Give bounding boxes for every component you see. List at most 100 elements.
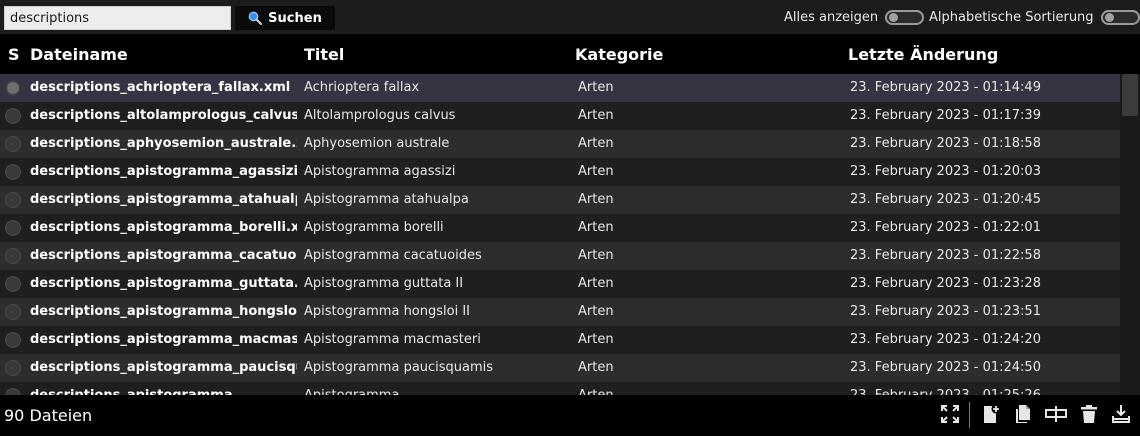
cell-filename: descriptions_apistogramma_ [30, 382, 297, 395]
cell-filename: descriptions_apistogramma_paucisquamis.x… [30, 360, 297, 375]
row-select-cell [4, 382, 22, 395]
row-radio[interactable] [5, 332, 21, 348]
cell-date: 23. February 2023 - 01:23:28 [850, 276, 1041, 291]
table-row[interactable]: descriptions_apistogramma_agassizi.xml Ap… [0, 158, 1120, 186]
table-row[interactable]: descriptions_apistogramma_atahualpa.xml A… [0, 186, 1120, 214]
cell-filename: descriptions_apistogramma_macmasteri.xml [30, 332, 297, 347]
cell-date: 23. February 2023 - 01:20:45 [850, 192, 1041, 207]
cell-category: Arten [578, 332, 614, 347]
search-button-label: Suchen [268, 10, 322, 26]
cell-category: Arten [578, 360, 614, 375]
cell-date: 23. February 2023 - 01:20:03 [850, 164, 1041, 179]
cell-category: Arten [578, 304, 614, 319]
toggle-all-switch[interactable] [885, 9, 925, 25]
row-radio[interactable] [5, 164, 21, 180]
cell-filename: descriptions_achrioptera_fallax.xml [30, 80, 291, 95]
table-row[interactable]: descriptions_apistogramma_paucisquamis.x… [0, 354, 1120, 382]
cell-date: 23. February 2023 - 01:14:49 [850, 80, 1041, 95]
cell-filename: descriptions_apistogramma_agassizi.xml [30, 164, 297, 179]
toggle-all-knob [889, 12, 899, 22]
cell-title: Aphyosemion australe [304, 136, 450, 151]
search-input[interactable] [4, 6, 231, 30]
cell-date: 23. February 2023 - 01:22:01 [850, 220, 1041, 235]
row-select-cell [4, 130, 22, 158]
cell-category: Arten [578, 192, 614, 207]
cell-filename: descriptions_apistogramma_atahualpa.xml [30, 192, 297, 207]
cell-filename: descriptions_altolamprologus_calvus.xml [30, 108, 297, 123]
delete-icon [1078, 403, 1100, 429]
row-radio[interactable] [5, 136, 21, 152]
table-scrollbar[interactable] [1120, 74, 1140, 395]
cell-date: 23. February 2023 - 01:17:39 [850, 108, 1041, 123]
table-row[interactable]: descriptions_achrioptera_fallax.xml Achri… [0, 74, 1120, 102]
table-row[interactable]: descriptions_altolamprologus_calvus.xml A… [0, 102, 1120, 130]
row-radio[interactable] [5, 248, 21, 264]
search-icon [248, 11, 263, 25]
table-row[interactable]: descriptions_apistogramma_hongsloi.xml Ap… [0, 298, 1120, 326]
header-category[interactable]: Kategorie [575, 34, 663, 74]
file-count: 90 Dateien [4, 406, 93, 425]
row-radio[interactable] [5, 276, 21, 292]
cell-category: Arten [578, 276, 614, 291]
toggle-alpha-label: Alphabetische Sortierung [929, 9, 1094, 25]
split-button[interactable] [1043, 403, 1069, 429]
row-radio[interactable] [5, 80, 21, 96]
delete-button[interactable] [1076, 403, 1102, 429]
cell-filename: descriptions_apistogramma_guttata.xml [30, 276, 297, 291]
cell-filename: descriptions_apistogramma_hongsloi.xml [30, 304, 297, 319]
row-radio[interactable] [5, 192, 21, 208]
status-bar: 90 Dateien [0, 395, 1140, 436]
row-select-cell [4, 158, 22, 186]
toggle-alpha-knob [1104, 12, 1114, 22]
download-button[interactable] [1108, 403, 1134, 429]
row-radio[interactable] [5, 388, 21, 395]
cell-category: Arten [578, 382, 838, 395]
header-file[interactable]: Dateiname [30, 34, 128, 74]
file-table: descriptions_achrioptera_fallax.xml Achri… [0, 74, 1120, 395]
new-file-button[interactable] [978, 403, 1004, 429]
row-select-cell [4, 242, 22, 270]
cell-date: 23. February 2023 - 01:22:58 [850, 248, 1041, 263]
row-select-cell [4, 74, 22, 102]
header-title[interactable]: Titel [304, 34, 344, 74]
table-row[interactable]: descriptions_apistogramma_cacatuoides.xm… [0, 242, 1120, 270]
row-select-cell [4, 102, 22, 130]
header-date[interactable]: Letzte Änderung [848, 34, 998, 74]
toolbar-separator [969, 402, 970, 428]
cell-title: Apistogramma agassizi [304, 164, 456, 179]
table-header: S Dateiname Titel Kategorie Letzte Änder… [0, 34, 1140, 74]
row-select-cell [4, 326, 22, 354]
cell-category: Arten [578, 136, 614, 151]
scrollbar-thumb[interactable] [1122, 74, 1138, 116]
table-row[interactable]: descriptions_apistogramma_macmasteri.xml… [0, 326, 1120, 354]
table-row[interactable]: descriptions_aphyosemion_australe.xml Aph… [0, 130, 1120, 158]
table-row[interactable]: descriptions_apistogramma_borelli.xml Api… [0, 214, 1120, 242]
cell-title: Achrioptera fallax [304, 80, 420, 95]
cell-category: Arten [578, 220, 614, 235]
toggle-alpha-switch[interactable] [1100, 9, 1140, 25]
row-radio[interactable] [5, 304, 21, 320]
split-icon [1044, 403, 1068, 429]
search-button[interactable]: Suchen [235, 6, 335, 30]
cell-filename: descriptions_aphyosemion_australe.xml [30, 136, 297, 151]
cell-date: 23. February 2023 - 01:24:50 [850, 360, 1041, 375]
copy-file-button[interactable] [1010, 403, 1036, 429]
expand-icon [939, 403, 961, 429]
cell-category: Arten [578, 164, 614, 179]
cell-title: Apistogramma hongsloi II [304, 304, 471, 319]
table-row[interactable]: descriptions_apistogramma_ Apistogramma Ar… [0, 382, 1120, 395]
row-radio[interactable] [5, 220, 21, 236]
row-radio[interactable] [5, 360, 21, 376]
cell-date: 23. February 2023 - 01:25:26 [850, 382, 1110, 395]
table-row[interactable]: descriptions_apistogramma_guttata.xml Api… [0, 270, 1120, 298]
cell-title: Apistogramma atahualpa [304, 192, 469, 207]
cell-title: Apistogramma guttata II [304, 276, 464, 291]
header-s[interactable]: S [8, 34, 20, 74]
row-select-cell [4, 186, 22, 214]
row-select-cell [4, 354, 22, 382]
expand-button[interactable] [937, 403, 963, 429]
row-radio[interactable] [5, 108, 21, 124]
cell-category: Arten [578, 248, 614, 263]
cell-title: Apistogramma macmasteri [304, 332, 481, 347]
row-select-cell [4, 214, 22, 242]
